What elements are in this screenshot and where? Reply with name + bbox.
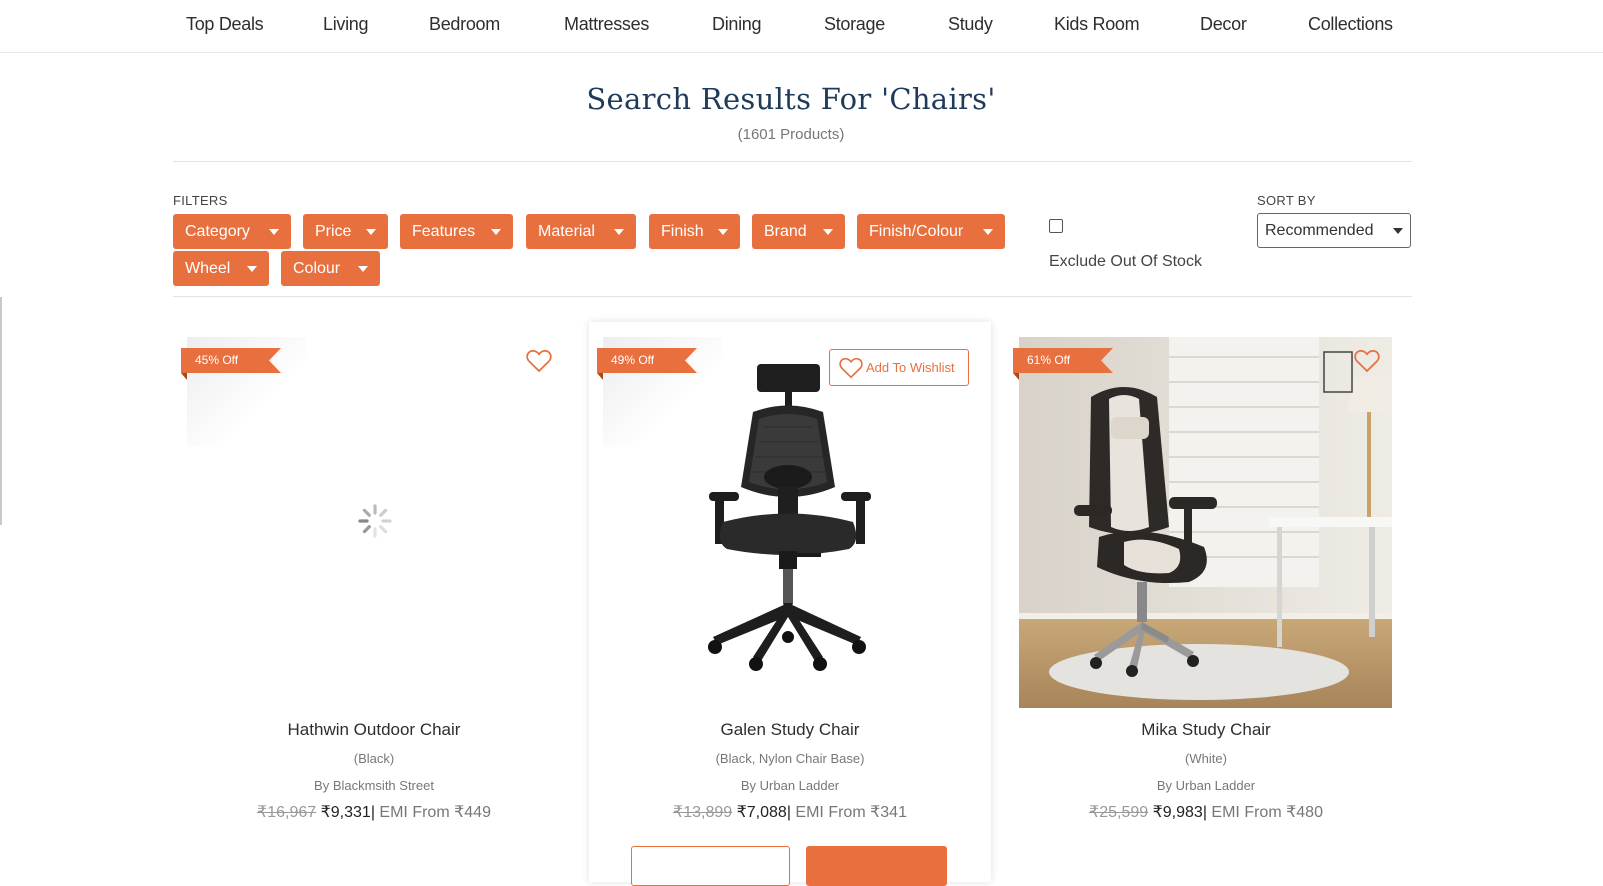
page-title: Search Results For 'Chairs' — [586, 82, 996, 116]
caret-down-icon — [269, 229, 279, 235]
top-nav: Top Deals Living Bedroom Mattresses Dini… — [0, 0, 1603, 53]
ribbon-fold — [597, 373, 603, 380]
caret-down-icon — [358, 266, 368, 272]
filters-label: FILTERS — [173, 193, 228, 208]
sale-price: ₹9,331 — [320, 804, 371, 821]
exclude-out-of-stock-checkbox[interactable] — [1049, 219, 1063, 233]
ribbon-fold — [181, 373, 187, 380]
filter-brand[interactable]: Brand — [752, 214, 845, 249]
filter-label: Category — [185, 223, 250, 240]
ribbon-fold — [1013, 373, 1019, 380]
caret-down-icon — [614, 229, 624, 235]
discount-badge: 49% Off — [597, 348, 697, 373]
product-count: (1601 Products) — [737, 126, 845, 143]
filter-wheel[interactable]: Wheel — [173, 251, 269, 286]
nav-item-study[interactable]: Study — [948, 14, 993, 35]
product-image[interactable] — [603, 337, 976, 708]
product-name[interactable]: Galen Study Chair — [589, 720, 991, 740]
sale-price: ₹9,983 — [1152, 804, 1203, 821]
filter-label: Finish/Colour — [869, 223, 964, 240]
nav-item-kids-room[interactable]: Kids Room — [1054, 14, 1140, 35]
heart-icon[interactable] — [526, 349, 552, 373]
nav-item-collections[interactable]: Collections — [1308, 14, 1393, 35]
emi-price: EMI From ₹449 — [379, 804, 491, 821]
discount-badge: 45% Off — [181, 348, 281, 373]
product-brand: By Urban Ladder — [740, 778, 840, 793]
filter-label: Finish — [661, 223, 704, 240]
original-price: ₹13,899 — [673, 804, 733, 821]
divider — [173, 161, 1412, 162]
original-price: ₹25,599 — [1089, 804, 1149, 821]
product-card[interactable]: 61% Off Mika Study Chair (White) By Urba… — [1005, 322, 1407, 882]
exclude-out-of-stock-label[interactable]: Exclude Out Of Stock — [1049, 253, 1202, 271]
product-price: ₹25,599 ₹9,983| EMI From ₹480 — [1005, 802, 1407, 822]
filter-category[interactable]: Category — [173, 214, 291, 249]
divider — [173, 296, 1412, 297]
price-separator: | — [786, 804, 791, 821]
filter-finish[interactable]: Finish — [649, 214, 740, 249]
product-brand: By Urban Ladder — [1156, 778, 1256, 793]
sort-by-label: SORT BY — [1257, 193, 1316, 208]
filter-colour[interactable]: Colour — [281, 251, 380, 286]
emi-price: EMI From ₹480 — [1211, 804, 1323, 821]
product-card[interactable]: 49% Off Add To Wishlist Galen Study Chai… — [589, 322, 991, 886]
nav-item-dining[interactable]: Dining — [712, 14, 762, 35]
caret-down-icon — [247, 266, 257, 272]
gaming-chair-room-image — [1019, 337, 1392, 708]
add-to-wishlist-button[interactable]: Add To Wishlist — [829, 349, 969, 386]
caret-down-icon — [823, 229, 833, 235]
filter-finish-colour[interactable]: Finish/Colour — [857, 214, 1005, 249]
caret-down-icon — [1393, 228, 1403, 234]
nav-item-mattresses[interactable]: Mattresses — [564, 14, 649, 35]
product-name[interactable]: Hathwin Outdoor Chair — [173, 720, 575, 740]
loading-spinner-icon — [358, 504, 392, 538]
filter-material[interactable]: Material — [526, 214, 636, 249]
add-to-cart-button[interactable] — [806, 846, 947, 886]
nav-item-storage[interactable]: Storage — [824, 14, 885, 35]
nav-item-decor[interactable]: Decor — [1200, 14, 1247, 35]
product-variant: (White) — [1185, 751, 1227, 766]
sale-price: ₹7,088 — [736, 804, 787, 821]
price-separator: | — [1202, 804, 1207, 821]
emi-price: EMI From ₹341 — [795, 804, 907, 821]
sort-by-select[interactable]: Recommended — [1257, 213, 1411, 248]
filter-features[interactable]: Features — [400, 214, 513, 249]
nav-item-living[interactable]: Living — [323, 14, 369, 35]
caret-down-icon — [366, 229, 376, 235]
caret-down-icon — [983, 229, 993, 235]
product-image[interactable] — [187, 337, 560, 708]
filter-label: Colour — [293, 260, 341, 277]
view-product-button[interactable] — [631, 846, 790, 886]
filter-label: Features — [412, 223, 476, 240]
heart-icon — [839, 357, 863, 379]
product-name[interactable]: Mika Study Chair — [1005, 720, 1407, 740]
product-variant: (Black, Nylon Chair Base) — [715, 751, 865, 766]
product-brand: By Blackmsith Street — [314, 778, 434, 793]
caret-down-icon — [491, 229, 501, 235]
sort-selected-value: Recommended — [1265, 222, 1374, 239]
nav-item-top-deals[interactable]: Top Deals — [186, 14, 264, 35]
filter-label: Brand — [764, 223, 807, 240]
filter-label: Wheel — [185, 260, 231, 277]
side-panel-edge — [0, 297, 2, 525]
original-price: ₹16,967 — [257, 804, 317, 821]
product-image[interactable] — [1019, 337, 1392, 708]
product-price: ₹13,899 ₹7,088| EMI From ₹341 — [589, 802, 991, 822]
caret-down-icon — [718, 229, 728, 235]
product-card[interactable]: 45% Off Hathwin Outdoor Chair (Black) By… — [173, 322, 575, 882]
filter-label: Material — [538, 223, 595, 240]
filter-label: Price — [315, 223, 352, 240]
product-price: ₹16,967 ₹9,331| EMI From ₹449 — [173, 802, 575, 822]
office-chair-image — [708, 364, 871, 671]
heart-icon[interactable] — [1354, 349, 1380, 373]
wishlist-label: Add To Wishlist — [866, 360, 955, 375]
price-separator: | — [370, 804, 375, 821]
nav-item-bedroom[interactable]: Bedroom — [429, 14, 500, 35]
filter-price[interactable]: Price — [303, 214, 388, 249]
discount-badge: 61% Off — [1013, 348, 1113, 373]
product-variant: (Black) — [353, 751, 395, 766]
